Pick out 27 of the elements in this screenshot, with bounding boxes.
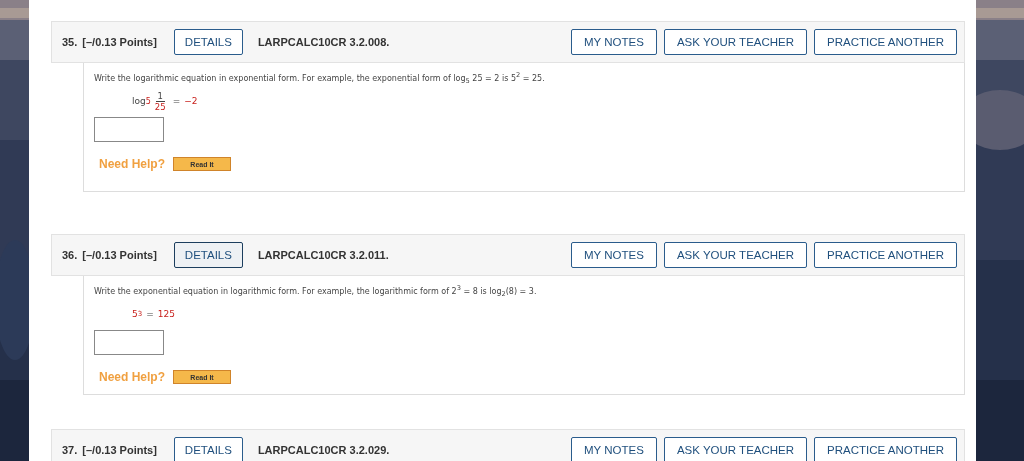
question-code: LARPCALC10CR 3.2.008. bbox=[257, 36, 390, 48]
my-notes-button[interactable]: MY NOTES bbox=[571, 29, 657, 55]
answer-field[interactable] bbox=[94, 330, 164, 356]
question-text: Write the exponential equation in logarithmic form. For example, the logarithmic form of 2$^{3}$ = 8 is log$_{2}$(8) = 3. bbox=[94, 284, 538, 299]
practice-another-button[interactable]: PRACTICE ANOTHER bbox=[814, 29, 957, 55]
need-help-label: Need Help? bbox=[99, 370, 165, 385]
practice-another-button[interactable]: PRACTICE ANOTHER bbox=[814, 242, 957, 268]
my-notes-button[interactable]: MY NOTES bbox=[571, 242, 657, 268]
details-button[interactable]: DETAILS bbox=[173, 242, 243, 268]
question-code: LARPCALC10CR 3.2.029. bbox=[257, 444, 390, 456]
question-number: 36. bbox=[62, 249, 78, 261]
points-label: [–/0.13 Points] bbox=[82, 249, 157, 261]
points-label: [–/0.13 Points] bbox=[82, 444, 157, 456]
my-notes-button[interactable]: MY NOTES bbox=[571, 437, 657, 461]
practice-another-button[interactable]: PRACTICE ANOTHER bbox=[814, 437, 957, 461]
question-text: Write the logarithmic equation in exponential form. For example, the exponential form of log$_{5}$ 25 = 2 is 5$^{2}$ = 25. bbox=[94, 71, 546, 86]
question-number: 37. bbox=[62, 444, 78, 456]
ask-teacher-button[interactable]: ASK YOUR TEACHER bbox=[663, 29, 808, 55]
question-number: 35. bbox=[62, 36, 78, 48]
ask-teacher-button[interactable]: ASK YOUR TEACHER bbox=[663, 437, 808, 461]
question-code: LARPCALC10CR 3.2.011. bbox=[257, 249, 389, 261]
answer-field[interactable] bbox=[94, 117, 164, 143]
need-help-label: Need Help? bbox=[99, 157, 165, 172]
details-button[interactable]: DETAILS bbox=[173, 437, 243, 461]
ask-teacher-button[interactable]: ASK YOUR TEACHER bbox=[663, 242, 808, 268]
points-label: [–/0.13 Points] bbox=[82, 36, 157, 48]
details-button[interactable]: DETAILS bbox=[173, 29, 243, 55]
